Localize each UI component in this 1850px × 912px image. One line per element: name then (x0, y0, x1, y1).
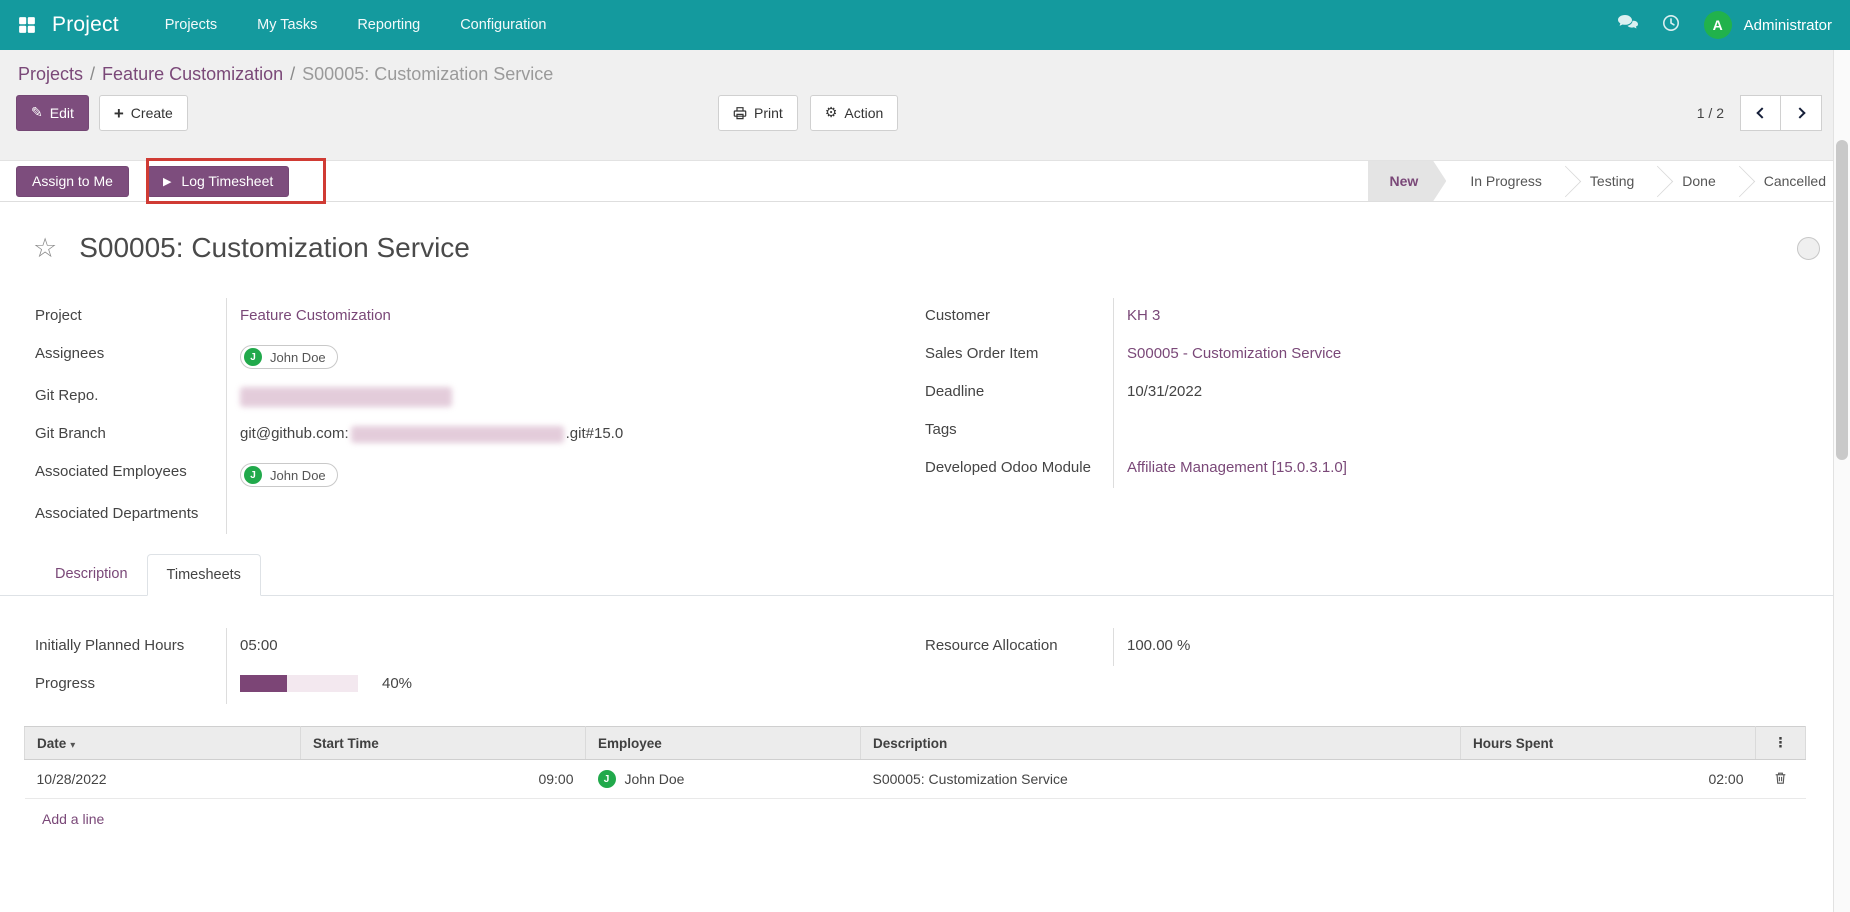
avatar: J (244, 348, 262, 366)
field-project: Project Feature Customization (35, 298, 925, 336)
breadcrumb-projects[interactable]: Projects (18, 64, 83, 84)
field-resource-allocation: Resource Allocation 100.00 % (925, 628, 1815, 666)
edit-button[interactable]: ✎ Edit (16, 95, 89, 131)
breadcrumb: Projects/Feature Customization/S00005: C… (16, 64, 1834, 85)
action-button[interactable]: ⚙ Action (810, 95, 898, 131)
breadcrumb-separator: / (83, 64, 102, 84)
stage-testing[interactable]: Testing (1566, 161, 1658, 201)
chevron-left-icon (1756, 107, 1767, 118)
avatar: J (244, 466, 262, 484)
assign-to-me-button[interactable]: Assign to Me (16, 166, 129, 197)
field-initially-planned-hours: Initially Planned Hours 05:00 (35, 628, 925, 666)
field-developed-odoo-module: Developed Odoo Module Affiliate Manageme… (925, 450, 1815, 488)
sort-desc-icon: ▾ (70, 740, 75, 751)
assignee-badge[interactable]: J John Doe (240, 345, 338, 369)
stage-pipeline: New In Progress Testing Done Cancelled (1368, 161, 1850, 201)
employee-badge[interactable]: J John Doe (240, 463, 338, 487)
breadcrumb-current: S00005: Customization Service (302, 64, 553, 84)
gear-icon: ⚙ (825, 105, 838, 121)
git-repo-redacted-value (240, 387, 452, 407)
menu-reporting[interactable]: Reporting (357, 17, 420, 33)
sales-order-item-link[interactable]: S00005 - Customization Service (1127, 345, 1341, 362)
optional-columns-icon[interactable]: ⋮ (1756, 727, 1806, 760)
cell-description: S00005: Customization Service (861, 760, 1461, 799)
column-header-hours-spent[interactable]: Hours Spent (1461, 727, 1756, 760)
field-associated-departments: Associated Departments (35, 496, 925, 534)
employee-avatar: J (598, 770, 616, 788)
progress-percentage: 40% (382, 675, 412, 692)
tab-timesheets[interactable]: Timesheets (147, 554, 261, 596)
column-header-description[interactable]: Description (861, 727, 1461, 760)
pencil-icon: ✎ (31, 105, 43, 121)
tab-description[interactable]: Description (36, 554, 147, 596)
breadcrumb-separator: / (283, 64, 302, 84)
timesheet-panel-fields: Initially Planned Hours 05:00 Progress 4… (0, 628, 1850, 704)
pager-previous-button[interactable] (1740, 95, 1781, 131)
statusbar: Assign to Me ▶ Log Timesheet New In Prog… (0, 160, 1850, 202)
field-group: Project Feature Customization Assignees … (0, 298, 1850, 534)
activity-state-icon[interactable] (1797, 237, 1820, 260)
column-header-employee[interactable]: Employee (586, 727, 861, 760)
field-git-repo: Git Repo. (35, 378, 925, 416)
cell-date: 10/28/2022 (25, 760, 301, 799)
field-progress: Progress 40% (35, 666, 925, 704)
menu-projects[interactable]: Projects (165, 17, 217, 33)
git-branch-redacted-value (351, 426, 564, 443)
create-button[interactable]: + Create (99, 95, 188, 131)
chevron-right-icon (1794, 107, 1805, 118)
customer-link[interactable]: KH 3 (1127, 307, 1160, 324)
timesheet-row[interactable]: 10/28/2022 09:00 J John Doe S00005: Cust… (25, 760, 1806, 799)
column-header-start-time[interactable]: Start Time (301, 727, 586, 760)
control-panel: Projects/Feature Customization/S00005: C… (0, 50, 1850, 160)
field-associated-employees: Associated Employees J John Doe (35, 454, 925, 496)
main-menu: Projects My Tasks Reporting Configuratio… (165, 17, 547, 33)
messages-icon[interactable] (1617, 14, 1638, 36)
app-name[interactable]: Project (52, 13, 119, 37)
play-icon: ▶ (163, 175, 171, 188)
top-navbar: Project Projects My Tasks Reporting Conf… (0, 0, 1850, 50)
favorite-star-icon[interactable]: ☆ (33, 235, 57, 262)
field-customer: Customer KH 3 (925, 298, 1815, 336)
menu-my-tasks[interactable]: My Tasks (257, 17, 317, 33)
cell-employee: J John Doe (586, 760, 861, 799)
task-title: S00005: Customization Service (79, 232, 470, 264)
plus-icon: + (114, 105, 124, 122)
field-deadline: Deadline 10/31/2022 (925, 374, 1815, 412)
stage-done[interactable]: Done (1658, 161, 1739, 201)
add-a-line-link[interactable]: Add a line (42, 811, 104, 827)
progress-bar-fill (240, 675, 287, 692)
form-sheet: ☆ S00005: Customization Service Project … (0, 202, 1850, 912)
field-assignees: Assignees J John Doe (35, 336, 925, 378)
progress-bar (240, 675, 358, 692)
print-button[interactable]: Print (718, 95, 798, 131)
user-name[interactable]: Administrator (1744, 17, 1832, 34)
vertical-scrollbar (1833, 50, 1850, 912)
breadcrumb-feature-customization[interactable]: Feature Customization (102, 64, 283, 84)
column-header-date[interactable]: Date▾ (25, 727, 301, 760)
activities-clock-icon[interactable] (1662, 14, 1680, 37)
user-avatar[interactable]: A (1704, 11, 1732, 39)
cell-hours-spent: 02:00 (1461, 760, 1756, 799)
apps-menu-icon[interactable] (18, 16, 36, 34)
field-sales-order-item: Sales Order Item S00005 - Customization … (925, 336, 1815, 374)
project-link[interactable]: Feature Customization (240, 307, 391, 324)
pager-next-button[interactable] (1781, 95, 1822, 131)
delete-row-trash-icon[interactable] (1774, 771, 1787, 785)
stage-new[interactable]: New (1368, 161, 1447, 201)
menu-configuration[interactable]: Configuration (460, 17, 546, 33)
log-timesheet-button[interactable]: ▶ Log Timesheet (147, 166, 289, 197)
stage-in-progress[interactable]: In Progress (1446, 161, 1566, 201)
notebook-tabs: Description Timesheets (0, 554, 1850, 596)
cell-start-time: 09:00 (301, 760, 586, 799)
developed-module-link[interactable]: Affiliate Management [15.0.3.1.0] (1127, 459, 1347, 476)
field-tags: Tags (925, 412, 1815, 450)
scrollbar-thumb[interactable] (1836, 140, 1848, 460)
pager-counter: 1 / 2 (1697, 105, 1724, 121)
timesheet-table: Date▾ Start Time Employee Description Ho… (24, 726, 1806, 799)
printer-icon (733, 106, 747, 120)
field-git-branch: Git Branch git@github.com:.git#15.0 (35, 416, 925, 454)
